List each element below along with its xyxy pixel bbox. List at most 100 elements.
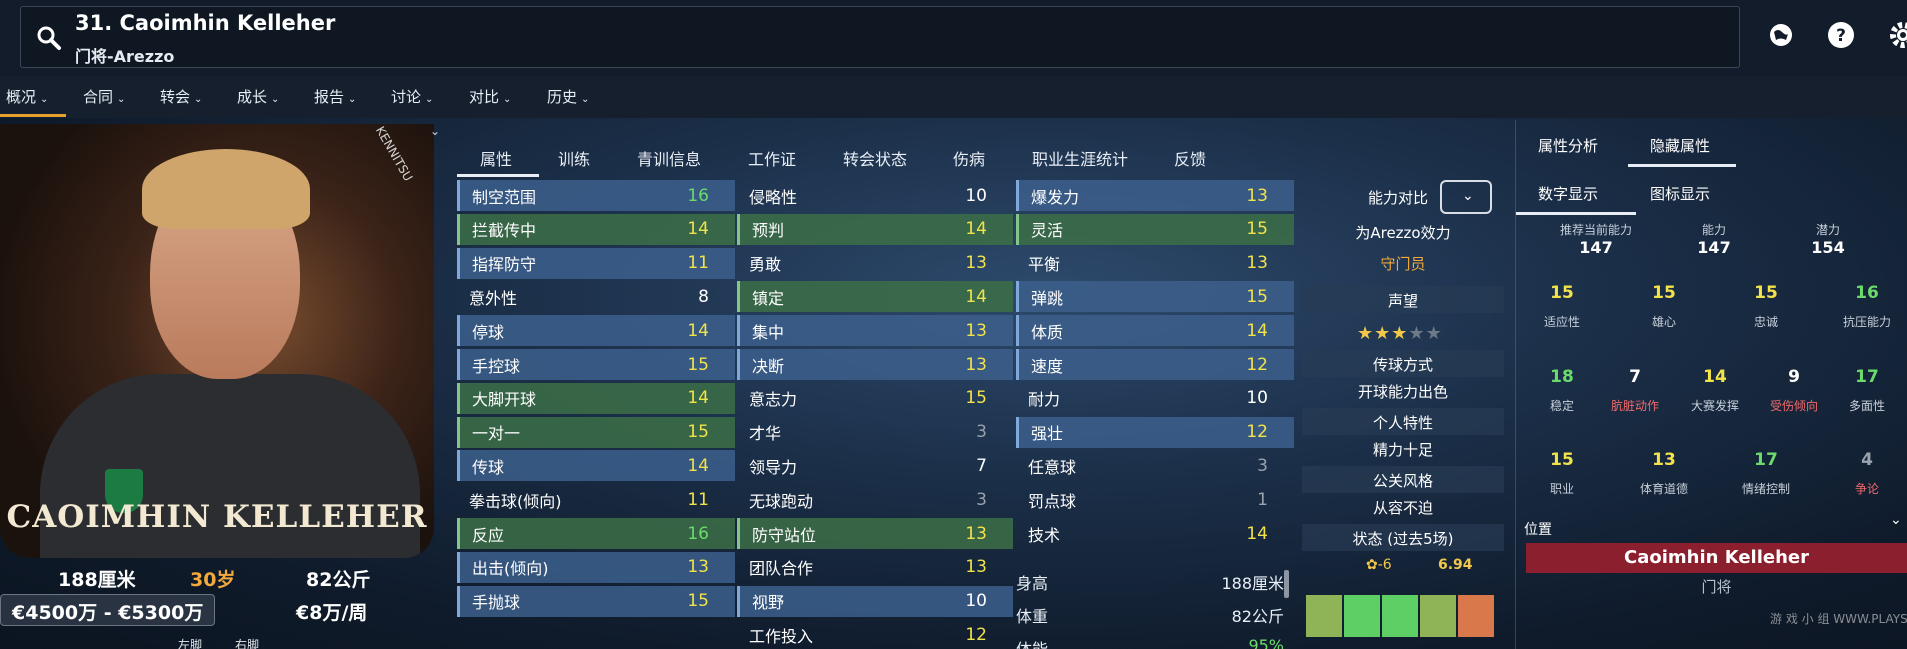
attribute-row[interactable]: 大脚开球 14 bbox=[457, 382, 735, 414]
attribute-value: 14 bbox=[965, 219, 987, 240]
hidden-attribute-value: 16 bbox=[1855, 283, 1879, 303]
attribute-value: 12 bbox=[1246, 422, 1268, 443]
attribute-value: 11 bbox=[687, 489, 709, 510]
menu-discuss[interactable]: 讨论 ⌄ bbox=[391, 86, 433, 107]
attribute-row[interactable]: 反应 16 bbox=[457, 518, 735, 549]
attribute-row[interactable]: 团队合作 13 bbox=[737, 552, 1013, 583]
ability-compare-label: 能力对比 bbox=[1368, 189, 1429, 207]
attribute-value: 13 bbox=[687, 557, 709, 578]
tab-attribute-analysis[interactable]: 属性分析 bbox=[1538, 135, 1598, 156]
attribute-row[interactable]: 勇敢 13 bbox=[737, 248, 1013, 279]
attribute-row[interactable]: 弹跳 15 bbox=[1016, 281, 1294, 313]
attribute-row[interactable]: 手抛球 15 bbox=[457, 585, 735, 617]
hidden-attribute-value: 17 bbox=[1855, 367, 1879, 387]
tab-feedback[interactable]: 反馈 bbox=[1174, 146, 1206, 170]
attribute-name: 弹跳 bbox=[1031, 288, 1064, 308]
tab-icon-view[interactable]: 图标显示 bbox=[1650, 183, 1710, 204]
tab-career-stats[interactable]: 职业生涯统计 bbox=[1032, 146, 1128, 170]
attribute-row[interactable]: 罚点球 1 bbox=[1016, 484, 1294, 515]
attribute-name: 手控球 bbox=[472, 356, 521, 376]
attribute-name: 集中 bbox=[752, 322, 785, 342]
tab-transfer-status[interactable]: 转会状态 bbox=[843, 146, 907, 170]
attribute-name: 爆发力 bbox=[1031, 187, 1080, 207]
menu-compare[interactable]: 对比 ⌄ bbox=[469, 86, 511, 107]
attribute-value: 15 bbox=[687, 422, 709, 443]
gear-icon[interactable] bbox=[1888, 20, 1907, 50]
form-match-bar[interactable] bbox=[1420, 595, 1456, 637]
globe-icon[interactable] bbox=[1766, 20, 1796, 50]
attribute-name: 速度 bbox=[1031, 356, 1064, 376]
tab-numeric-view[interactable]: 数字显示 bbox=[1538, 183, 1598, 204]
plays-for-club: 为Arezzo效力 bbox=[1355, 224, 1451, 242]
attribute-row[interactable]: 领导力 7 bbox=[737, 450, 1013, 481]
attribute-value: 7 bbox=[976, 455, 987, 476]
menu-reports[interactable]: 报告 ⌄ bbox=[314, 86, 356, 107]
attribute-row[interactable]: 强壮 12 bbox=[1016, 416, 1294, 448]
attribute-row[interactable]: 镇定 14 bbox=[737, 281, 1013, 313]
menu-transfer[interactable]: 转会 ⌄ bbox=[160, 86, 202, 107]
tab-work-permit[interactable]: 工作证 bbox=[748, 146, 796, 170]
search-icon[interactable] bbox=[36, 25, 62, 51]
ability-compare-dropdown[interactable]: ⌄ bbox=[1440, 180, 1492, 214]
attribute-row[interactable]: 意外性 8 bbox=[457, 281, 735, 312]
attribute-row[interactable]: 耐力 10 bbox=[1016, 383, 1294, 414]
attribute-row[interactable]: 传球 14 bbox=[457, 450, 735, 482]
attribute-row[interactable]: 才华 3 bbox=[737, 417, 1013, 448]
star-filled-icon: ★ bbox=[1357, 323, 1375, 344]
attribute-row[interactable]: 视野 10 bbox=[737, 585, 1013, 617]
attribute-row[interactable]: 工作投入 12 bbox=[737, 619, 1013, 649]
attribute-row[interactable]: 平衡 13 bbox=[1016, 248, 1294, 279]
attribute-value: 16 bbox=[687, 185, 709, 206]
attribute-name: 镇定 bbox=[752, 288, 785, 308]
scrollbar-thumb[interactable] bbox=[1284, 570, 1289, 598]
attribute-row[interactable]: 决断 13 bbox=[737, 349, 1013, 380]
tab-youth-info[interactable]: 青训信息 bbox=[637, 146, 701, 170]
star-empty-icon: ★ bbox=[1408, 323, 1426, 344]
photo-chevron-icon[interactable]: ⌄ bbox=[430, 124, 440, 138]
attribute-row[interactable]: 预判 14 bbox=[737, 213, 1013, 245]
menu-history[interactable]: 历史 ⌄ bbox=[547, 86, 589, 107]
attribute-row[interactable]: 侵略性 10 bbox=[737, 180, 1013, 211]
attribute-row[interactable]: 速度 12 bbox=[1016, 349, 1294, 380]
attribute-row[interactable]: 意志力 15 bbox=[737, 383, 1013, 414]
attribute-name: 指挥防守 bbox=[472, 255, 537, 275]
attribute-row[interactable]: 制空范围 16 bbox=[457, 180, 735, 211]
pass-style-value: 开球能力出色 bbox=[1357, 383, 1448, 401]
attribute-value: 13 bbox=[1246, 185, 1268, 206]
attribute-row[interactable]: 无球跑动 3 bbox=[737, 484, 1013, 515]
menu-contract[interactable]: 合同 ⌄ bbox=[83, 86, 125, 107]
form-match-bar[interactable] bbox=[1344, 595, 1380, 637]
attribute-row[interactable]: 爆发力 13 bbox=[1016, 180, 1294, 211]
form-match-bar[interactable] bbox=[1306, 595, 1342, 637]
tab-training[interactable]: 训练 bbox=[558, 146, 590, 170]
help-icon[interactable]: ? bbox=[1826, 20, 1856, 50]
potential-ability-label: 潜力 bbox=[1815, 223, 1840, 237]
tab-injuries[interactable]: 伤病 bbox=[953, 146, 985, 170]
attribute-row[interactable]: 拦截传中 14 bbox=[457, 213, 735, 245]
attribute-row[interactable]: 指挥防守 11 bbox=[457, 247, 735, 279]
menu-overview[interactable]: 概况 ⌄ bbox=[6, 86, 48, 107]
attribute-value: 13 bbox=[965, 320, 987, 341]
hidden-attribute-value: 15 bbox=[1550, 450, 1574, 470]
attribute-row[interactable]: 任意球 3 bbox=[1016, 450, 1294, 481]
form-match-bar[interactable] bbox=[1458, 595, 1494, 637]
attribute-row[interactable]: 体质 14 bbox=[1016, 315, 1294, 347]
attribute-row[interactable]: 集中 13 bbox=[737, 315, 1013, 347]
attribute-row[interactable]: 手控球 15 bbox=[457, 349, 735, 380]
player-search-bar[interactable]: 31. Caoimhin Kelleher 门将-Arezzo bbox=[20, 6, 1740, 68]
attribute-row[interactable]: 一对一 15 bbox=[457, 416, 735, 448]
attribute-row[interactable]: 停球 14 bbox=[457, 315, 735, 347]
attribute-name: 强壮 bbox=[1031, 424, 1064, 444]
attribute-row[interactable]: 防守站位 13 bbox=[737, 518, 1013, 549]
attribute-row[interactable]: 出击(倾向) 13 bbox=[457, 551, 735, 583]
menu-development[interactable]: 成长 ⌄ bbox=[237, 86, 279, 107]
chevron-down-icon[interactable]: ⌄ bbox=[1890, 512, 1902, 528]
attribute-row[interactable]: 技术 14 bbox=[1016, 518, 1294, 549]
attribute-row[interactable]: 拳击球(倾向) 11 bbox=[457, 484, 735, 515]
tab-hidden-attributes[interactable]: 隐藏属性 bbox=[1650, 135, 1710, 156]
attribute-row[interactable]: 灵活 15 bbox=[1016, 213, 1294, 245]
tab-attributes[interactable]: 属性 bbox=[480, 146, 512, 170]
attribute-name: 意外性 bbox=[469, 288, 518, 308]
form-match-bar[interactable] bbox=[1382, 595, 1418, 637]
chevron-down-icon: ⌄ bbox=[348, 94, 357, 105]
